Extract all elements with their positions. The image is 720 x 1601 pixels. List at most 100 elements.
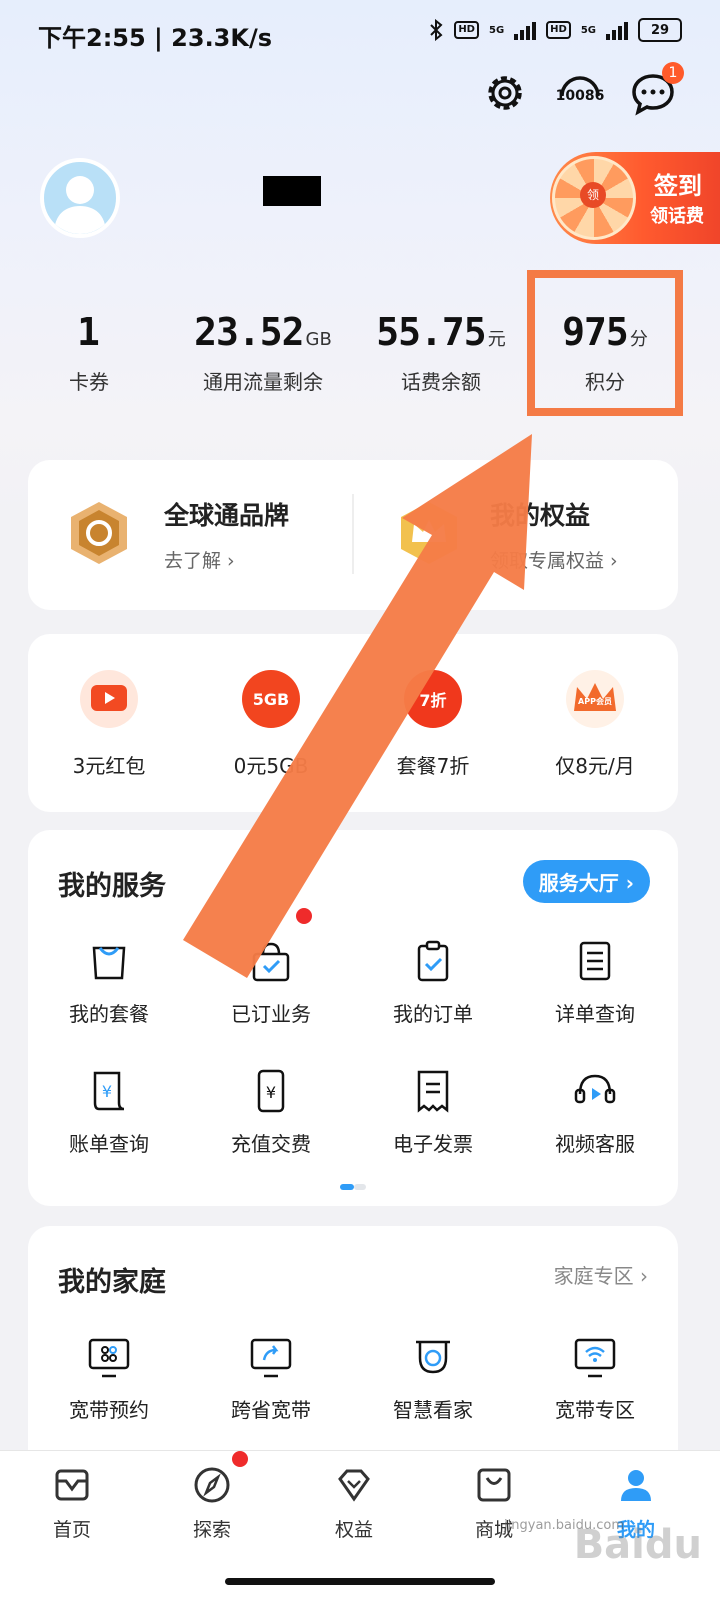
stat-unit: GB xyxy=(305,329,332,350)
promo-label: 3元红包 xyxy=(72,754,146,778)
promo-red-packet[interactable]: 3元红包 xyxy=(28,670,190,779)
status-time: 下午2:55 | 23.3K/s xyxy=(38,24,273,52)
crown-member-icon: APP会员 xyxy=(566,670,624,728)
receipt-icon xyxy=(417,1070,449,1113)
signin-subtitle: 领话费 xyxy=(650,206,704,227)
signal-icon-2 xyxy=(606,20,628,40)
family-label: 宽带预约 xyxy=(69,1398,149,1422)
stat-data-remaining[interactable]: 23.52 GB 通用流量剩余 xyxy=(178,310,348,395)
my-benefits-item[interactable] xyxy=(396,500,462,570)
my-benefits-text[interactable]: 我的权益 领取专属权益 › xyxy=(490,496,618,573)
service-bill-query[interactable]: ¥ 账单查询 xyxy=(28,1068,190,1157)
signin-banner[interactable]: 领 签到 领话费 xyxy=(550,152,720,244)
watermark-domain: jingyan.baidu.com xyxy=(504,1518,624,1533)
service-e-invoice[interactable]: 电子发票 xyxy=(352,1068,514,1157)
family-label: 智慧看家 xyxy=(393,1398,473,1422)
stat-value: 23.52 xyxy=(194,310,304,354)
status-icons: HD 5G HD 5G 29 xyxy=(428,18,682,42)
family-title: 我的家庭 xyxy=(58,1267,166,1298)
global-brand-item[interactable] xyxy=(66,500,132,570)
service-label: 账单查询 xyxy=(69,1132,149,1156)
network-5g-label-2: 5G xyxy=(580,24,596,36)
global-brand-text[interactable]: 全球通品牌 去了解 › xyxy=(164,496,289,573)
stat-label: 话费余额 xyxy=(401,370,481,394)
camera-icon xyxy=(416,1340,450,1374)
service-label: 视频客服 xyxy=(555,1132,635,1156)
list-doc-icon xyxy=(579,941,611,981)
crown-hex-icon xyxy=(401,502,457,564)
signin-title: 签到 xyxy=(654,172,702,200)
services-title: 我的服务 xyxy=(58,871,166,902)
stat-value: 55.75 xyxy=(376,310,486,354)
family-zone-link[interactable]: 家庭专区 › xyxy=(554,1260,648,1289)
service-hall-button[interactable]: 服务大厅 › xyxy=(522,860,650,903)
page-indicator xyxy=(354,1184,366,1190)
nav-label: 探索 xyxy=(192,1519,231,1541)
avatar[interactable] xyxy=(40,158,120,238)
compass-icon xyxy=(194,1467,230,1503)
nav-benefits[interactable]: 权益 xyxy=(294,1465,414,1542)
promo-card: 3元红包 5GB 0元5GB 7折 套餐7折 APP会员 仅8元/月 xyxy=(28,634,678,812)
home-indicator xyxy=(225,1578,495,1585)
brand-sub: 领取专属权益 › xyxy=(490,550,618,572)
brand-sub: 去了解 › xyxy=(164,550,235,572)
redacted-name xyxy=(263,176,321,206)
crown-member-text: APP会员 xyxy=(578,697,612,706)
5gb-badge-icon: 5GB xyxy=(242,670,300,728)
service-my-orders[interactable]: 我的订单 xyxy=(352,938,514,1027)
stat-coupons[interactable]: 1 卡券 xyxy=(4,310,174,395)
svg-text:¥: ¥ xyxy=(266,1083,276,1102)
bill-yuan-icon: ¥ xyxy=(93,1071,125,1111)
home-icon xyxy=(55,1469,89,1501)
global-brand-hex-icon xyxy=(71,502,127,564)
service-label: 充值交费 xyxy=(231,1132,311,1156)
wheel-center-label: 领 xyxy=(580,182,606,208)
service-detail-query[interactable]: 详单查询 xyxy=(514,938,676,1027)
shop-bag-icon xyxy=(477,1468,511,1502)
promo-app-member[interactable]: APP会员 仅8元/月 xyxy=(514,670,676,779)
family-smart-home-camera[interactable]: 智慧看家 xyxy=(352,1334,514,1423)
stat-unit: 元 xyxy=(487,329,506,350)
service-label: 详单查询 xyxy=(555,1002,635,1026)
battery-icon: 29 xyxy=(638,18,682,42)
stat-label: 通用流量剩余 xyxy=(203,370,323,394)
promo-label: 套餐7折 xyxy=(396,754,470,778)
stat-balance[interactable]: 55.75 元 话费余额 xyxy=(356,310,526,395)
family-card: 我的家庭 家庭专区 › 宽带预约 跨省宽带 智慧看家 宽带专区 xyxy=(28,1226,678,1486)
service-my-plan[interactable]: 我的套餐 xyxy=(28,938,190,1027)
clipboard-check-icon xyxy=(417,940,449,982)
notification-dot xyxy=(296,908,312,924)
phone-yuan-icon: ¥ xyxy=(257,1069,285,1113)
nav-home[interactable]: 首页 xyxy=(12,1465,132,1542)
family-broadband-zone[interactable]: 宽带专区 xyxy=(514,1334,676,1423)
settings-button[interactable] xyxy=(482,70,528,116)
services-card: 我的服务 服务大厅 › 我的套餐 已订业务 我的订单 详单查询 ¥ 账单查询 ¥… xyxy=(28,830,678,1206)
message-badge: 1 xyxy=(662,62,684,84)
tv-wifi-icon xyxy=(574,1338,616,1378)
user-silhouette-icon xyxy=(54,176,106,234)
service-video-support[interactable]: 视频客服 xyxy=(514,1068,676,1157)
stat-label: 卡券 xyxy=(69,370,109,394)
service-subscribed[interactable]: 已订业务 xyxy=(190,938,352,1027)
nav-explore[interactable]: 探索 xyxy=(152,1465,272,1542)
bag-icon xyxy=(92,946,126,980)
promo-label: 0元5GB xyxy=(233,754,309,778)
service-recharge[interactable]: ¥ 充值交费 xyxy=(190,1068,352,1157)
subscribed-bag-icon xyxy=(252,942,290,982)
customer-service-button[interactable]: 10086 xyxy=(552,66,608,122)
tv-grid-icon xyxy=(88,1338,130,1378)
user-icon xyxy=(621,1470,651,1501)
diamond-icon xyxy=(338,1469,370,1502)
page-indicator-active xyxy=(340,1184,354,1190)
family-broadband-booking[interactable]: 宽带预约 xyxy=(28,1334,190,1423)
brand-card: 全球通品牌 去了解 › 我的权益 领取专属权益 › xyxy=(28,460,678,610)
promo-plan-discount[interactable]: 7折 套餐7折 xyxy=(352,670,514,779)
signal-icon xyxy=(514,20,537,40)
promo-free-5gb[interactable]: 5GB 0元5GB xyxy=(190,670,352,779)
highlight-box xyxy=(527,270,683,416)
explore-notification-dot xyxy=(232,1451,248,1467)
divider xyxy=(352,494,354,574)
messages-button[interactable]: 1 xyxy=(630,62,684,116)
family-cross-province[interactable]: 跨省宽带 xyxy=(190,1334,352,1423)
red-packet-icon xyxy=(80,670,138,728)
